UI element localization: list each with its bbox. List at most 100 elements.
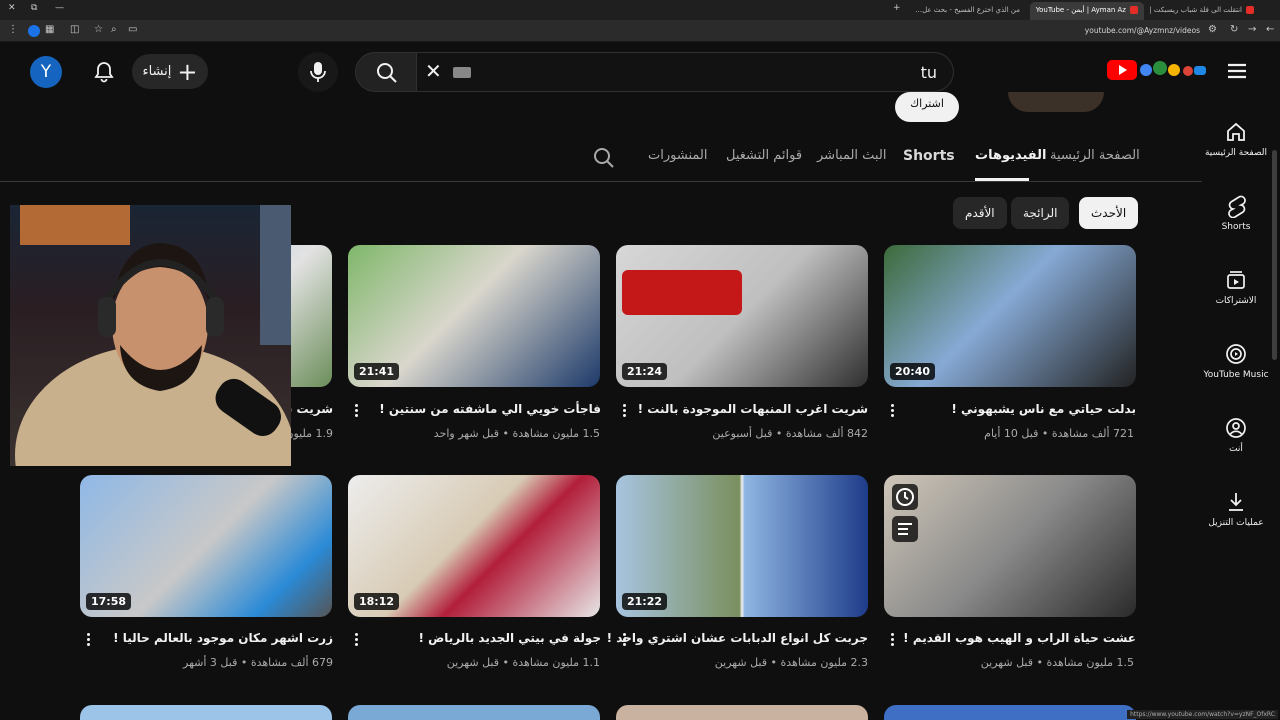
video-menu-icon[interactable]	[353, 631, 359, 649]
create-button[interactable]: إنشاء +	[132, 54, 208, 89]
guide-label: YouTube Music	[1203, 370, 1269, 380]
active-tab-indicator	[975, 178, 1029, 181]
notifications-bell-icon[interactable]	[92, 60, 116, 84]
video-thumbnail[interactable]: 18:12	[348, 475, 600, 617]
restore-window-icon[interactable]: ⧉	[31, 3, 37, 13]
guide-item-downloads[interactable]: عمليات التنزيل	[1200, 490, 1272, 528]
channel-search-icon[interactable]	[592, 146, 616, 170]
video-thumbnail[interactable]: 20:40	[884, 245, 1136, 387]
zoom-icon[interactable]: ⌕	[111, 24, 117, 35]
watch-later-icon[interactable]	[892, 484, 918, 510]
guide-item-home[interactable]: الصفحة الرئيسية	[1200, 120, 1272, 158]
video-age: قبل شهرين	[714, 656, 767, 669]
account-avatar[interactable]: Y	[30, 56, 62, 88]
microphone-icon	[310, 62, 326, 82]
youtube-favicon-icon	[1246, 6, 1254, 14]
minimize-window-icon[interactable]: —	[55, 3, 64, 13]
youtube-favicon-icon	[1130, 6, 1138, 14]
search-field[interactable]: ✕	[417, 52, 954, 92]
video-title[interactable]: فاجأت خويي الي ماشفته من سنتين !	[379, 402, 601, 416]
tab-playlists[interactable]: قوائم التشغيل	[726, 148, 802, 163]
chip-oldest[interactable]: الأقدم	[953, 197, 1007, 229]
video-thumbnail[interactable]: 21:22	[616, 475, 868, 617]
tab-title: من الذي اخترع الفسيخ - بحث عل…	[915, 6, 1020, 14]
youtube-logo[interactable]	[1107, 60, 1137, 80]
chip-popular[interactable]: الرائجة	[1011, 197, 1070, 229]
youtube-doodle-logo[interactable]	[1138, 58, 1208, 82]
site-info-icon[interactable]: ⚙	[1208, 24, 1217, 35]
video-title[interactable]: زرت اشهر مكان موجود بالعالم حاليا !	[113, 631, 333, 645]
guide-item-you[interactable]: أنت	[1200, 416, 1272, 454]
video-meta: 842 ألف مشاهدة • قبل أسبوعين	[712, 427, 868, 440]
video-menu-icon[interactable]	[621, 631, 627, 649]
hamburger-icon[interactable]	[1224, 58, 1250, 84]
guide-item-music[interactable]: YouTube Music	[1200, 342, 1272, 380]
webcam-overlay	[10, 205, 291, 466]
video-duration: 21:41	[354, 363, 400, 380]
video-title[interactable]: شريت اغرب المنبهات الموجودة بالنت !	[638, 402, 868, 416]
video-thumbnail[interactable]: 21:24	[616, 245, 868, 387]
sidepanel-icon[interactable]: ◫	[70, 24, 79, 35]
guide-item-shorts[interactable]: Shorts	[1200, 194, 1272, 232]
cast-icon[interactable]: ▭	[128, 24, 137, 35]
video-duration: 20:40	[890, 363, 936, 380]
search-button[interactable]	[355, 52, 417, 92]
channel-tabs: الصفحة الرئيسية الفيديوهات Shorts البث ا…	[0, 140, 1202, 182]
keyboard-icon[interactable]	[453, 67, 471, 78]
video-title[interactable]: جولة في بيتي الجديد بالرياض !	[418, 631, 601, 645]
more-icon[interactable]: ⋮	[8, 24, 18, 35]
video-thumbnail[interactable]	[80, 705, 332, 720]
voice-search-button[interactable]	[298, 52, 338, 92]
video-age: قبل أسبوعين	[712, 427, 773, 440]
reload-icon[interactable]: ↻	[1230, 24, 1238, 35]
video-title[interactable]: عشت حياة الراب و الهيب هوب القديم !	[903, 631, 1136, 645]
page-scrollbar[interactable]	[1272, 150, 1277, 360]
video-title[interactable]: بدلت حياتي مع ناس يشبهوني !	[951, 402, 1136, 416]
video-menu-icon[interactable]	[353, 402, 359, 420]
shorts-icon	[1228, 195, 1246, 218]
profile-icon[interactable]	[28, 25, 40, 37]
browser-tab-3[interactable]: انتقلت الى فلة شباب ريسبكت | …	[1148, 2, 1260, 20]
channel-avatar[interactable]	[1008, 92, 1104, 112]
subscribe-button[interactable]: اشتراك	[895, 92, 959, 122]
chip-latest[interactable]: الأحدث	[1079, 197, 1139, 229]
video-thumbnail[interactable]	[348, 705, 600, 720]
youtube-music-icon	[1226, 344, 1246, 364]
video-menu-icon[interactable]	[889, 402, 895, 420]
tab-live[interactable]: البث المباشر	[817, 148, 886, 163]
tab-posts[interactable]: المنشورات	[648, 148, 707, 163]
browser-tab-active[interactable]: Ayman Az | أيمن - YouTube	[1030, 2, 1144, 20]
create-label: إنشاء	[142, 64, 172, 79]
back-icon[interactable]: ←	[1266, 24, 1274, 35]
streamer-figure	[15, 205, 291, 466]
video-views: 2.3 مليون مشاهدة	[780, 656, 868, 669]
video-menu-icon[interactable]	[621, 402, 627, 420]
close-window-icon[interactable]: ✕	[8, 3, 16, 13]
tab-home[interactable]: الصفحة الرئيسية	[1050, 148, 1140, 163]
guide-item-subscriptions[interactable]: الاشتراكات	[1200, 268, 1272, 306]
video-thumbnail[interactable]	[884, 705, 1136, 720]
star-icon[interactable]: ☆	[94, 24, 103, 35]
add-to-queue-icon[interactable]	[892, 516, 918, 542]
search-input[interactable]	[537, 61, 937, 83]
tab-shorts[interactable]: Shorts	[903, 148, 955, 164]
video-thumbnail[interactable]: 17:58	[80, 475, 332, 617]
video-thumbnail[interactable]: 21:41	[348, 245, 600, 387]
video-menu-icon[interactable]	[85, 631, 91, 649]
video-duration: 21:24	[622, 363, 668, 380]
clear-search-icon[interactable]: ✕	[425, 59, 442, 83]
video-title[interactable]: جربت كل انواع الدبابات عشان اشتري واحد !	[607, 631, 868, 645]
new-tab-icon[interactable]: +	[893, 3, 901, 13]
alarm-clock-shape	[622, 270, 742, 315]
video-thumbnail[interactable]	[884, 475, 1136, 617]
browser-tab-1[interactable]: من الذي اخترع الفسيخ - بحث عل…	[908, 2, 1026, 20]
video-views: 1.1 مليون مشاهدة	[512, 656, 600, 669]
extension-icon[interactable]: ▦	[45, 24, 54, 35]
video-menu-icon[interactable]	[889, 631, 895, 649]
guide-label: Shorts	[1221, 222, 1251, 232]
tab-videos[interactable]: الفيديوهات	[975, 148, 1047, 163]
video-thumbnail[interactable]	[616, 705, 868, 720]
url-text[interactable]: youtube.com/@Ayzmnz/videos	[1085, 26, 1200, 35]
video-views: 1.5 مليون مشاهدة	[1046, 656, 1134, 669]
forward-icon[interactable]: →	[1248, 24, 1256, 35]
